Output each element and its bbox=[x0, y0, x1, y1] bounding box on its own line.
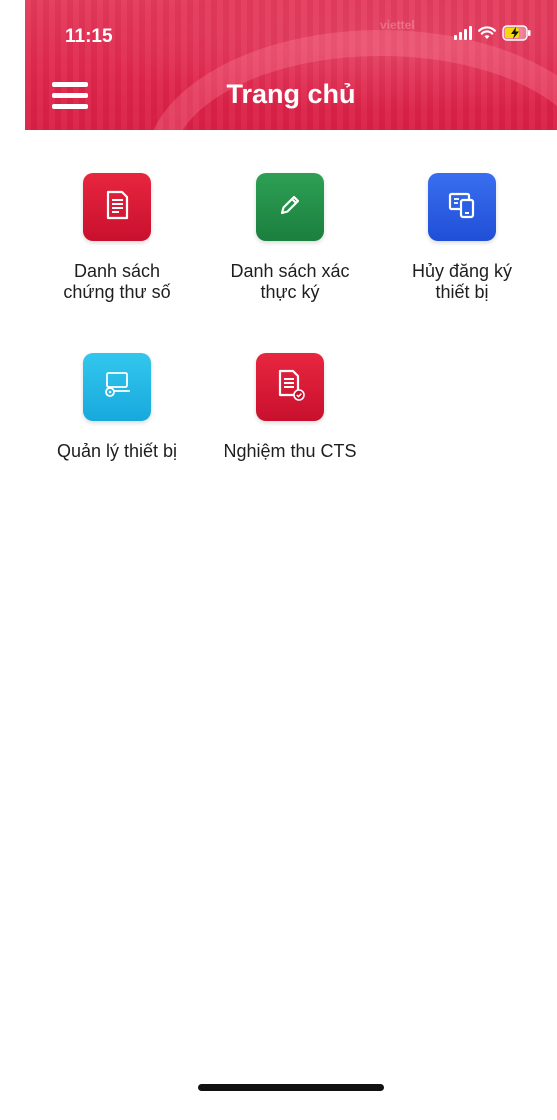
tile-device-management[interactable]: Quản lý thiết bị bbox=[42, 353, 192, 462]
document-icon bbox=[102, 189, 132, 226]
status-icons bbox=[454, 25, 532, 41]
tile-label: Nghiệm thu CTS bbox=[223, 441, 357, 461]
tile-label: Quản lý thiết bị bbox=[56, 441, 178, 461]
tile-icon-container bbox=[83, 353, 151, 421]
tile-label: Danh sách xác thực ký bbox=[230, 261, 350, 302]
tile-unregister-device[interactable]: Hủy đăng ký thiết bị bbox=[387, 173, 537, 303]
header-bar: viettel 11:15 Trang chủ bbox=[25, 0, 557, 130]
tile-icon-container bbox=[256, 353, 324, 421]
signal-icon bbox=[454, 26, 472, 40]
wifi-icon bbox=[478, 26, 496, 40]
brand-watermark: viettel bbox=[380, 18, 415, 32]
home-screen: viettel 11:15 Trang chủ Danh sách chứng … bbox=[0, 0, 557, 1120]
tile-label: Hủy đăng ký thiết bị bbox=[411, 261, 513, 302]
device-settings-icon bbox=[100, 370, 134, 405]
battery-charging-icon bbox=[502, 25, 532, 41]
devices-icon bbox=[446, 190, 478, 225]
tile-cts-acceptance[interactable]: Nghiệm thu CTS bbox=[215, 353, 365, 462]
status-time: 11:15 bbox=[65, 26, 113, 47]
document-check-icon bbox=[274, 368, 306, 407]
home-indicator[interactable] bbox=[198, 1084, 384, 1091]
pencil-icon bbox=[277, 192, 303, 223]
tile-certificate-list[interactable]: Danh sách chứng thư số bbox=[42, 173, 192, 303]
tile-icon-container bbox=[256, 173, 324, 241]
tile-icon-container bbox=[83, 173, 151, 241]
page-title: Trang chủ bbox=[226, 79, 356, 109]
tile-icon-container bbox=[428, 173, 496, 241]
tile-label: Danh sách chứng thư số bbox=[63, 261, 171, 302]
tile-signature-verification-list[interactable]: Danh sách xác thực ký bbox=[215, 173, 365, 303]
